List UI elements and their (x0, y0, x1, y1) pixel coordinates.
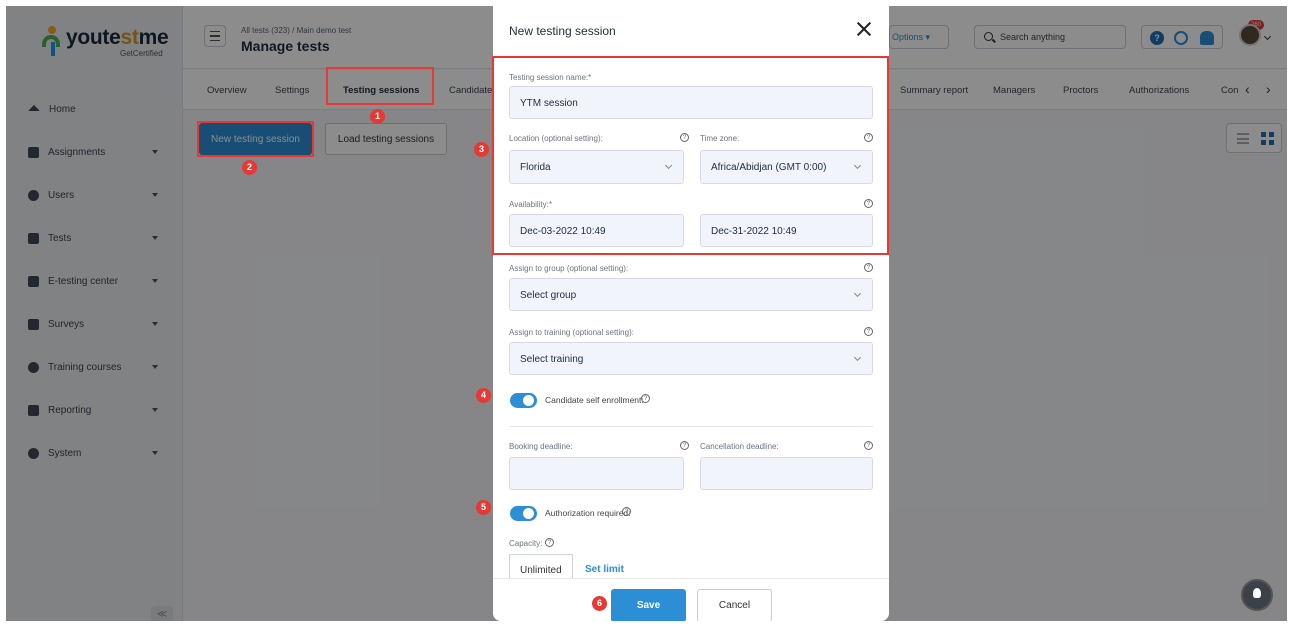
step-marker-2: 2 (242, 160, 257, 175)
help-icon[interactable]: ? (864, 441, 873, 450)
help-icon[interactable]: ? (545, 538, 554, 547)
help-icon[interactable]: ? (680, 441, 689, 450)
capacity-unlimited-tab[interactable]: Unlimited (509, 554, 573, 578)
booking-deadline-input[interactable] (509, 457, 684, 490)
capacity-label: Capacity: (509, 539, 543, 548)
modal-footer: Save Cancel (493, 578, 889, 621)
modal-header: New testing session (493, 6, 889, 58)
help-icon[interactable]: ? (864, 263, 873, 272)
highlight-testing-sessions-tab (326, 67, 434, 105)
authorization-toggle[interactable] (510, 506, 537, 521)
booking-deadline-label: Booking deadline: (509, 442, 573, 451)
divider (509, 426, 873, 427)
step-marker-3: 3 (474, 142, 489, 157)
help-icon[interactable]: ? (864, 327, 873, 336)
lightbulb-icon[interactable] (1241, 579, 1273, 611)
step-marker-6: 6 (592, 596, 607, 611)
modal-title: New testing session (509, 24, 616, 38)
self-enrollment-toggle[interactable] (510, 393, 537, 408)
help-icon[interactable]: ? (622, 507, 631, 516)
step-marker-4: 4 (476, 388, 491, 403)
training-select[interactable]: Select training (509, 342, 873, 375)
highlight-new-session-button (197, 121, 314, 157)
cancellation-deadline-input[interactable] (700, 457, 873, 490)
training-label: Assign to training (optional setting): (509, 328, 634, 337)
chevron-down-icon (853, 289, 862, 298)
save-button[interactable]: Save (611, 589, 686, 621)
self-enrollment-label: Candidate self enrollment: (545, 395, 644, 405)
step-marker-5: 5 (476, 500, 491, 515)
app-window: youtestme GetCertified Home Assignments … (6, 6, 1287, 621)
cancel-button[interactable]: Cancel (697, 589, 772, 621)
help-icon[interactable]: ? (641, 394, 650, 403)
capacity-set-limit-tab[interactable]: Set limit (575, 554, 634, 578)
authorization-label: Authorization required: (545, 508, 631, 518)
group-label: Assign to group (optional setting): (509, 264, 629, 273)
step-marker-1: 1 (370, 109, 385, 124)
group-select[interactable]: Select group (509, 278, 873, 311)
chevron-down-icon (853, 353, 862, 362)
close-icon[interactable] (855, 20, 873, 38)
cancellation-deadline-label: Cancellation deadline: (700, 442, 779, 451)
highlight-session-details (492, 56, 889, 255)
